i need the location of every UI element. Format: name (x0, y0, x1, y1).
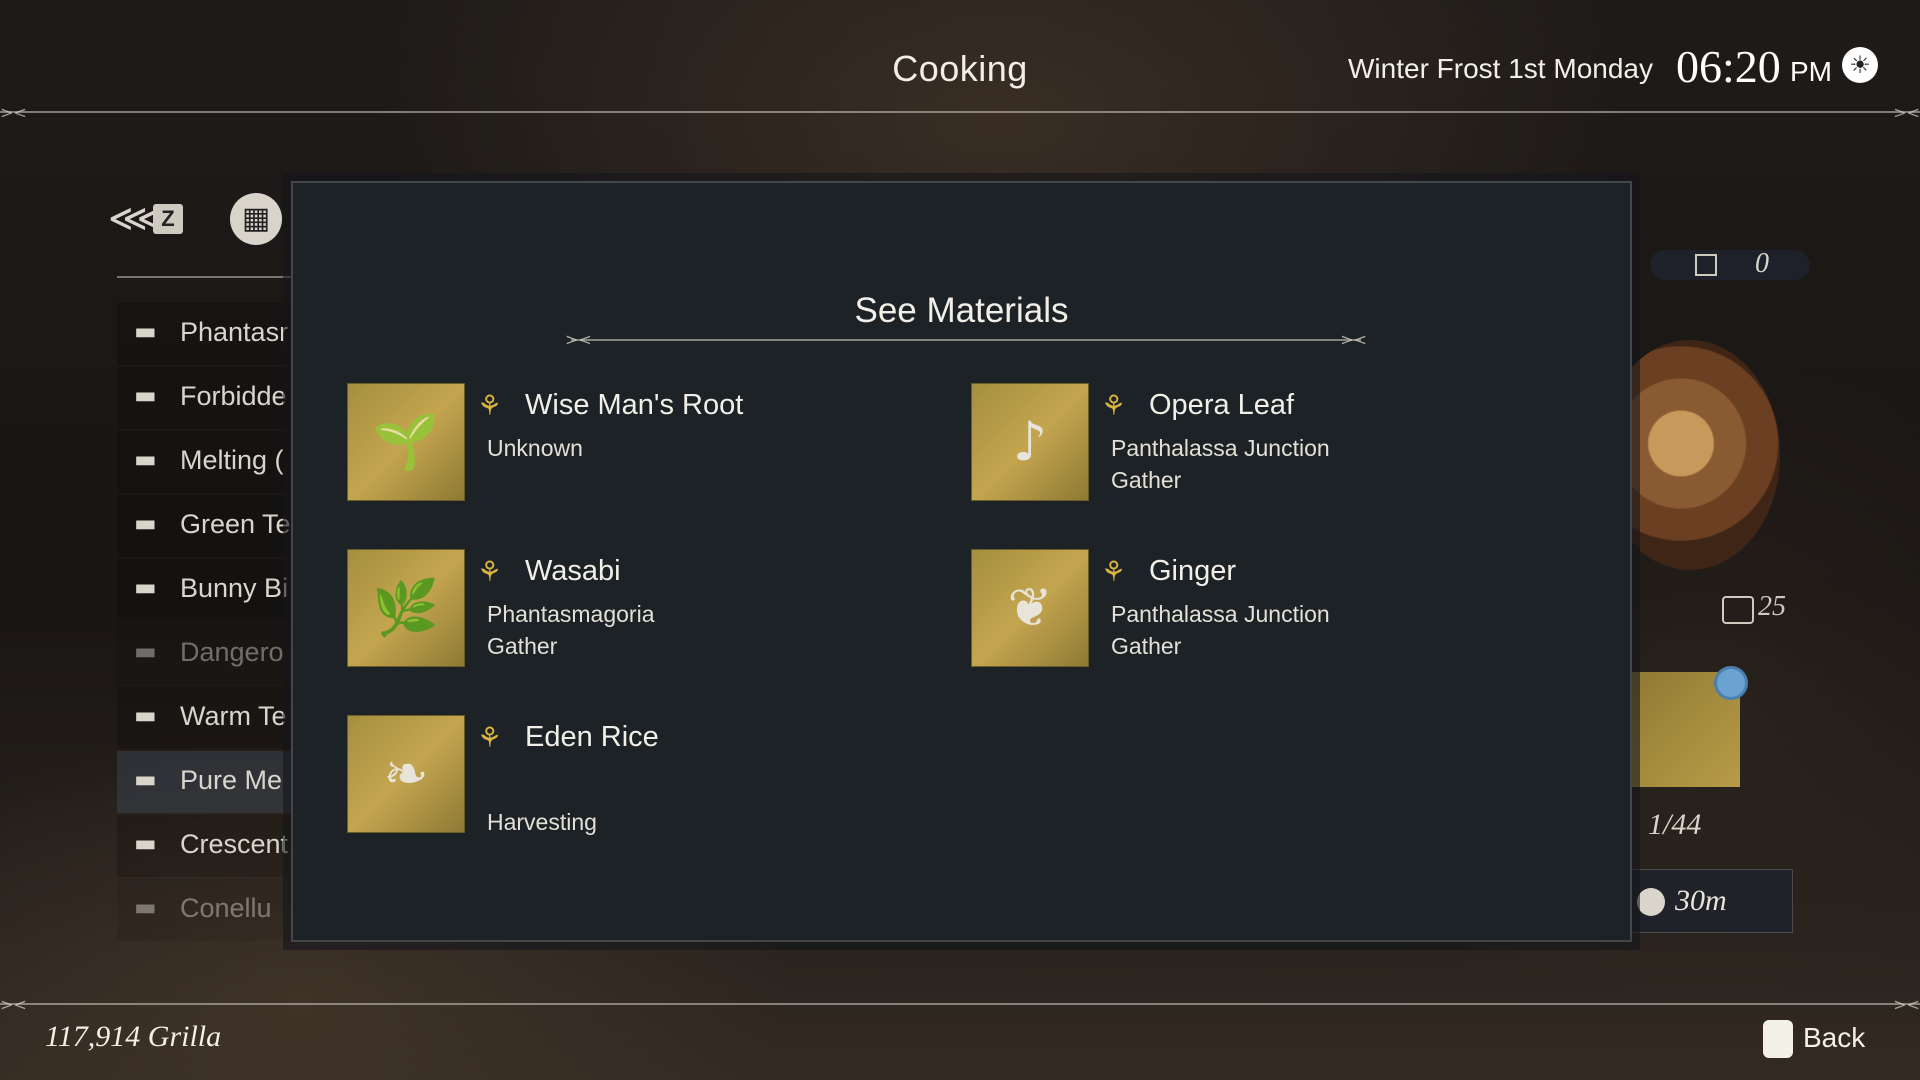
money-display: 117,914 Grilla (45, 1020, 222, 1053)
header-divider: >< >< (0, 103, 1920, 122)
recipe-item[interactable]: ▬ Phantasr (117, 303, 317, 365)
material-name: Eden Rice (525, 721, 659, 753)
material-source: Phantasmagoria (487, 601, 655, 627)
material-item[interactable]: ❦ ⚘ Ginger Panthalassa Junction Gather (971, 549, 1531, 669)
ginger-icon: ❦ (971, 549, 1089, 667)
material-source: Panthalassa Junction (1111, 601, 1330, 627)
pot-icon: ▬ (134, 509, 157, 537)
material-item[interactable]: ♪ ⚘ Opera Leaf Panthalassa Junction Gath… (971, 383, 1531, 503)
ingredient-progress: 1/44 (1648, 808, 1702, 841)
wasabi-icon: 🌿 (347, 549, 465, 667)
back-button[interactable]: Back (1803, 1022, 1865, 1054)
material-source: Unknown (487, 435, 583, 461)
recipe-label: Phantasr (180, 317, 289, 347)
pot-icon: ▬ (134, 573, 157, 601)
wheat-icon: ⚘ (477, 721, 503, 754)
rice-icon: ❧ (347, 715, 465, 833)
in-game-date: Winter Frost 1st Monday (1348, 53, 1653, 84)
sun-icon: ☀ (1842, 47, 1878, 83)
pot-icon: ▬ (134, 701, 157, 729)
pot-icon: ▬ (134, 765, 157, 793)
in-game-time: 06:20 (1676, 41, 1781, 92)
material-method: Gather (1111, 467, 1182, 493)
pot-icon: ▬ (134, 829, 157, 857)
material-name: Ginger (1149, 555, 1237, 587)
speech-bubble-icon (1722, 596, 1754, 624)
material-method: Harvesting (487, 809, 597, 835)
material-source: Panthalassa Junction (1111, 435, 1330, 461)
recipe-item[interactable]: ▬ Green Te (117, 495, 317, 557)
material-method: Gather (1111, 633, 1182, 659)
storage-icon (1695, 254, 1717, 276)
recipe-label: Warm Te (180, 701, 287, 731)
recipe-item[interactable]: ▬ Dangero (117, 623, 317, 685)
grid-view-icon[interactable]: ▦ (230, 193, 282, 245)
recipe-label: Conellu (180, 893, 272, 923)
wheat-icon: ⚘ (477, 389, 503, 422)
wheat-icon: ⚘ (477, 555, 503, 588)
recipe-label: Crescent (180, 829, 289, 859)
material-method: Gather (487, 633, 558, 659)
recipe-label: Dangero (180, 637, 284, 667)
recipe-item[interactable]: ▬ Melting ( (117, 431, 317, 493)
recipe-label: Melting ( (180, 445, 284, 475)
recipe-item[interactable]: ▬ Forbidde (117, 367, 317, 429)
recipe-item[interactable]: ▬ Crescent (117, 815, 317, 877)
material-name: Opera Leaf (1149, 389, 1295, 421)
pot-icon: ▬ (134, 317, 157, 345)
material-name: Wasabi (525, 555, 621, 587)
pot-icon: ▬ (134, 445, 157, 473)
controller-button-icon (1763, 1020, 1793, 1058)
recipe-label: Pure Me (180, 765, 283, 795)
wheat-icon: ⚘ (1101, 555, 1127, 588)
materials-modal: See Materials >< >< 🌱 ⚘ Wise Man's Root U… (291, 181, 1632, 942)
recipe-label: Forbidde (180, 381, 287, 411)
modal-title: See Materials (854, 291, 1069, 330)
material-item[interactable]: 🌿 ⚘ Wasabi Phantasmagoria Gather (347, 549, 907, 669)
nav-divider (117, 276, 297, 278)
recipe-item-selected[interactable]: ▬ Pure Me (117, 751, 317, 813)
material-name: Wise Man's Root (525, 389, 744, 421)
ingredient-thumb[interactable] (1630, 666, 1748, 787)
leaf-icon: ♪ (971, 383, 1089, 501)
recipe-item[interactable]: ▬ Bunny Bi (117, 559, 317, 621)
recipe-label: Bunny Bi (180, 573, 289, 603)
refresh-icon (1714, 666, 1748, 700)
pot-icon: ▬ (134, 381, 157, 409)
cook-duration: 30m (1628, 869, 1793, 933)
footer-divider: >< >< (0, 995, 1920, 1014)
recipe-label: Green Te (180, 509, 291, 539)
wheat-icon: ⚘ (1101, 389, 1127, 422)
recipe-item[interactable]: ▬ Warm Te (117, 687, 317, 749)
pot-icon: ▬ (134, 893, 157, 921)
time-ampm: PM (1790, 56, 1832, 87)
material-item[interactable]: 🌱 ⚘ Wise Man's Root Unknown (347, 383, 907, 503)
z-key-hint: Z (153, 204, 183, 234)
recipe-item[interactable]: ▬ Conellu (117, 879, 317, 941)
clock-icon (1637, 888, 1665, 916)
owned-count: 0 (1755, 248, 1769, 279)
pot-icon: ▬ (134, 637, 157, 665)
duration-value: 30m (1675, 884, 1727, 917)
modal-divider: >< >< (565, 330, 1367, 349)
owned-count-pill: 0 (1650, 248, 1810, 280)
material-item[interactable]: ❧ ⚘ Eden Rice Harvesting (347, 715, 907, 835)
root-icon: 🌱 (347, 383, 465, 501)
bubble-count: 25 (1758, 591, 1786, 622)
